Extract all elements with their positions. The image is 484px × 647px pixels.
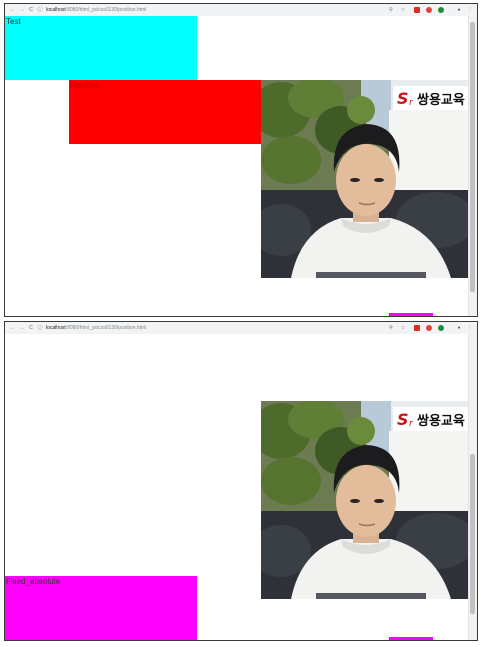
extension-opera-icon[interactable] bbox=[426, 7, 432, 13]
menu-icon[interactable]: ⋮ bbox=[467, 4, 473, 16]
search-icon[interactable]: ⚲ bbox=[387, 4, 395, 16]
fixed-box-label: Fixed_absolute bbox=[6, 577, 61, 586]
browser-window-scrolled: ← → C ⓘ localhost:8080/html_ys/css0130/p… bbox=[4, 321, 478, 641]
browser-window-top: ← → C ⓘ localhost:8080/html_ys/css0130/p… bbox=[4, 3, 478, 317]
forward-arrow-icon[interactable]: → bbox=[18, 322, 26, 334]
static-box-label: Test bbox=[6, 17, 21, 26]
fixed-box-edge bbox=[389, 637, 433, 640]
fixed-box-edge bbox=[389, 313, 433, 316]
logo-text: 쌍용교육 bbox=[417, 92, 465, 108]
extension-red-icon[interactable] bbox=[414, 7, 420, 13]
relative-box-label: Relative bbox=[70, 81, 99, 90]
fixed-box: Fixed_absolute bbox=[5, 576, 197, 640]
static-box: Test bbox=[5, 16, 197, 80]
bookmark-star-icon[interactable]: ☆ bbox=[399, 4, 407, 16]
menu-icon[interactable]: ⋮ bbox=[467, 322, 473, 334]
reload-icon[interactable]: C bbox=[27, 4, 35, 16]
scrollbar-thumb[interactable] bbox=[470, 454, 475, 614]
vertical-scrollbar[interactable] bbox=[468, 334, 477, 640]
person-photo-image: S r 쌍용교육 bbox=[261, 401, 471, 599]
forward-arrow-icon[interactable]: → bbox=[18, 4, 26, 16]
person-photo: S r 쌍용교육 bbox=[261, 401, 471, 599]
bookmark-star-icon[interactable]: ☆ bbox=[399, 322, 407, 334]
back-arrow-icon[interactable]: ← bbox=[9, 4, 17, 16]
extension-opera-icon[interactable] bbox=[426, 325, 432, 331]
reload-icon[interactable]: C bbox=[27, 322, 35, 334]
info-icon[interactable]: ⓘ bbox=[36, 322, 44, 334]
person-photo: S r 쌍용교육 bbox=[261, 80, 471, 278]
profile-icon[interactable]: ● bbox=[455, 4, 463, 16]
search-icon[interactable]: ⚲ bbox=[387, 322, 395, 334]
url-host: localhost bbox=[46, 325, 66, 331]
extension-green-icon[interactable] bbox=[438, 7, 444, 13]
url-host: localhost bbox=[46, 7, 66, 13]
person-photo-image: S r 쌍용교육 bbox=[261, 80, 471, 278]
url-path: :8080/html_ys/css0130/position.html bbox=[65, 7, 147, 13]
address-bar[interactable]: localhost:8080/html_ys/css0130/position.… bbox=[46, 322, 146, 334]
svg-text:S: S bbox=[397, 89, 409, 108]
url-path: :8080/html_ys/css0130/position.html bbox=[65, 325, 147, 331]
page-viewport: Test Relative S r 쌍용교육 bbox=[5, 16, 471, 316]
back-arrow-icon[interactable]: ← bbox=[9, 322, 17, 334]
vertical-scrollbar[interactable] bbox=[468, 16, 477, 316]
scrollbar-thumb[interactable] bbox=[470, 22, 475, 292]
address-bar[interactable]: localhost:8080/html_ys/css0130/position.… bbox=[46, 4, 146, 16]
profile-icon[interactable]: ● bbox=[455, 322, 463, 334]
extension-green-icon[interactable] bbox=[438, 325, 444, 331]
relative-box: Relative bbox=[69, 80, 261, 144]
logo-text: 쌍용교육 bbox=[417, 413, 465, 429]
extension-red-icon[interactable] bbox=[414, 325, 420, 331]
page-viewport: S r 쌍용교육 Fixed_absolute bbox=[5, 334, 471, 640]
svg-text:S: S bbox=[397, 410, 409, 429]
info-icon[interactable]: ⓘ bbox=[36, 4, 44, 16]
